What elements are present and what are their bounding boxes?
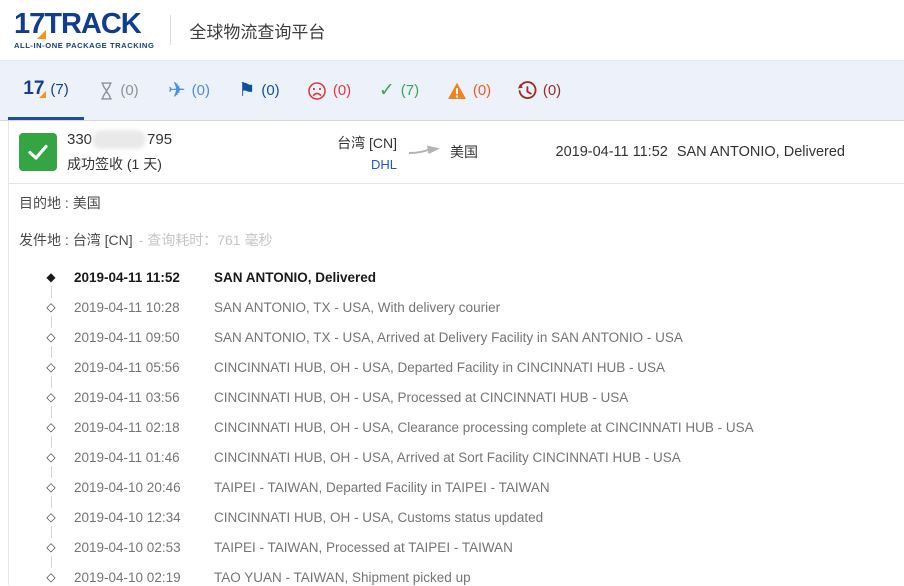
timeline-event: ◇ 2019-04-10 02:19 TAO YUAN - TAIWAN, Sh… [9,562,904,586]
status-tabbar: 17 (7) (0) ✈ (0) ⚑ (0) (0) ✓ (7) (0) (0) [0,60,904,121]
tracking-number-prefix: 330 [67,131,92,148]
event-desc: SAN ANTONIO, TX - USA, With delivery cou… [214,300,904,315]
tab-expired-count: (0) [543,82,561,99]
tab-pending[interactable]: (0) [84,61,154,120]
event-desc: CINCINNATI HUB, OH - USA, Customs status… [214,510,904,525]
timeline-event: ◇ 2019-04-10 02:53 TAIPEI - TAIWAN, Proc… [9,532,904,562]
tab-in-transit-count: (0) [192,82,210,99]
origin-label: 发件地 : [19,230,69,250]
route-arrow-icon [409,143,441,161]
destination-country: 美国 [450,142,478,162]
sad-face-icon [307,81,327,101]
latest-event-summary: 2019-04-11 11:52 SAN ANTONIO, Delivered [556,144,846,160]
destination-label: 目的地 : [19,193,69,213]
event-desc: TAO YUAN - TAIWAN, Shipment picked up [214,570,904,585]
tracking-timeline: ◆ 2019-04-11 11:52 SAN ANTONIO, Delivere… [9,258,904,586]
event-time: 2019-04-11 02:18 [74,420,214,435]
tracking-number-block: 330 795 成功签收 (1 天) [67,130,315,174]
timeline-event: ◆ 2019-04-11 11:52 SAN ANTONIO, Delivere… [9,262,904,292]
tab-in-transit[interactable]: ✈ (0) [154,61,224,120]
header: 17TRACK ALL-IN-ONE PACKAGE TRACKING 全球物流… [0,0,904,60]
tab-all[interactable]: 17 (7) [8,61,84,120]
carrier-link[interactable]: DHL [315,157,397,172]
logo-17-icon: 17 [23,78,44,100]
origin-country: 台湾 [CN] [315,133,397,153]
tab-pending-count: (0) [120,82,138,99]
tab-alert[interactable]: (0) [434,61,504,120]
event-desc: TAIPEI - TAIWAN, Departed Facility in TA… [214,480,904,495]
event-time: 2019-04-11 10:28 [74,300,214,315]
logo-track: TRACK [44,8,141,40]
event-time: 2019-04-11 03:56 [74,390,214,405]
diamond-hollow-icon: ◇ [39,562,63,586]
timeline-event: ◇ 2019-04-10 20:46 TAIPEI - TAIWAN, Depa… [9,472,904,502]
tab-undelivered-count: (0) [333,82,351,99]
header-divider [170,15,171,45]
event-time: 2019-04-10 02:19 [74,570,214,585]
airplane-icon: ✈ [168,78,186,103]
tracking-number-suffix: 795 [147,131,172,148]
shipment-summary-row[interactable]: 330 795 成功签收 (1 天) 台湾 [CN] DHL 美国 2019-04… [9,121,904,184]
event-desc: TAIPEI - TAIWAN, Processed at TAIPEI - T… [214,540,904,555]
event-time: 2019-04-10 20:46 [74,480,214,495]
event-time: 2019-04-10 02:53 [74,540,214,555]
route-origin-block: 台湾 [CN] DHL [315,133,397,172]
tab-delivered[interactable]: ✓ (7) [364,61,434,120]
tab-undelivered[interactable]: (0) [294,61,364,120]
tab-delivered-count: (7) [401,82,419,99]
tab-pickup[interactable]: ⚑ (0) [224,61,294,120]
timeline-event: ◇ 2019-04-11 02:18 CINCINNATI HUB, OH - … [9,412,904,442]
event-time: 2019-04-11 09:50 [74,330,214,345]
event-desc: SAN ANTONIO, Delivered [214,270,904,285]
redacted-blur [92,130,146,149]
history-clock-icon [517,81,537,101]
status-text: 成功签收 (1 天) [67,154,315,174]
origin-value: 台湾 [CN] [73,230,133,250]
event-time: 2019-04-11 05:56 [74,360,214,375]
timeline-event: ◇ 2019-04-11 10:28 SAN ANTONIO, TX - USA… [9,292,904,322]
logo-wordmark: 17TRACK [14,10,154,39]
timeline-event: ◇ 2019-04-11 05:56 CINCINNATI HUB, OH - … [9,352,904,382]
destination-row: 目的地 : 美国 [9,184,904,221]
tab-expired[interactable]: (0) [504,61,574,120]
event-desc: SAN ANTONIO, TX - USA, Arrived at Delive… [214,330,904,345]
latest-event-time: 2019-04-11 11:52 [556,144,668,160]
tab-alert-count: (0) [473,82,491,99]
logo-17: 17 [14,8,44,40]
event-desc: CINCINNATI HUB, OH - USA, Departed Facil… [214,360,904,375]
logo-tagline: ALL-IN-ONE PACKAGE TRACKING [14,42,154,50]
event-time: 2019-04-10 12:34 [74,510,214,525]
route: 台湾 [CN] DHL 美国 [315,133,478,172]
tab-all-count: (7) [50,81,68,98]
timeline-event: ◇ 2019-04-11 01:46 CINCINNATI HUB, OH - … [9,442,904,472]
tab-pickup-count: (0) [261,82,279,99]
check-icon: ✓ [379,79,395,102]
query-time: - 查询耗时：761 毫秒 [139,230,273,250]
timeline-event: ◇ 2019-04-11 09:50 SAN ANTONIO, TX - USA… [9,322,904,352]
logo[interactable]: 17TRACK ALL-IN-ONE PACKAGE TRACKING [14,10,154,50]
result-panel: 330 795 成功签收 (1 天) 台湾 [CN] DHL 美国 2019-04… [8,121,904,585]
warning-icon [447,82,467,100]
destination-value: 美国 [73,193,101,213]
event-desc: CINCINNATI HUB, OH - USA, Arrived at Sor… [214,450,904,465]
delivered-check-icon [19,133,57,171]
latest-event-desc: SAN ANTONIO, Delivered [677,144,845,160]
event-time: 2019-04-11 01:46 [74,450,214,465]
timeline-event: ◇ 2019-04-10 12:34 CINCINNATI HUB, OH - … [9,502,904,532]
origin-row: 发件地 : 台湾 [CN] - 查询耗时：761 毫秒 [9,221,904,258]
tracking-number[interactable]: 330 795 [67,130,315,149]
flag-icon: ⚑ [238,79,255,102]
event-desc: CINCINNATI HUB, OH - USA, Clearance proc… [214,420,904,435]
site-title: 全球物流查询平台 [189,18,325,43]
hourglass-icon [99,81,114,101]
timeline-event: ◇ 2019-04-11 03:56 CINCINNATI HUB, OH - … [9,382,904,412]
event-desc: CINCINNATI HUB, OH - USA, Processed at C… [214,390,904,405]
event-time: 2019-04-11 11:52 [74,270,214,285]
